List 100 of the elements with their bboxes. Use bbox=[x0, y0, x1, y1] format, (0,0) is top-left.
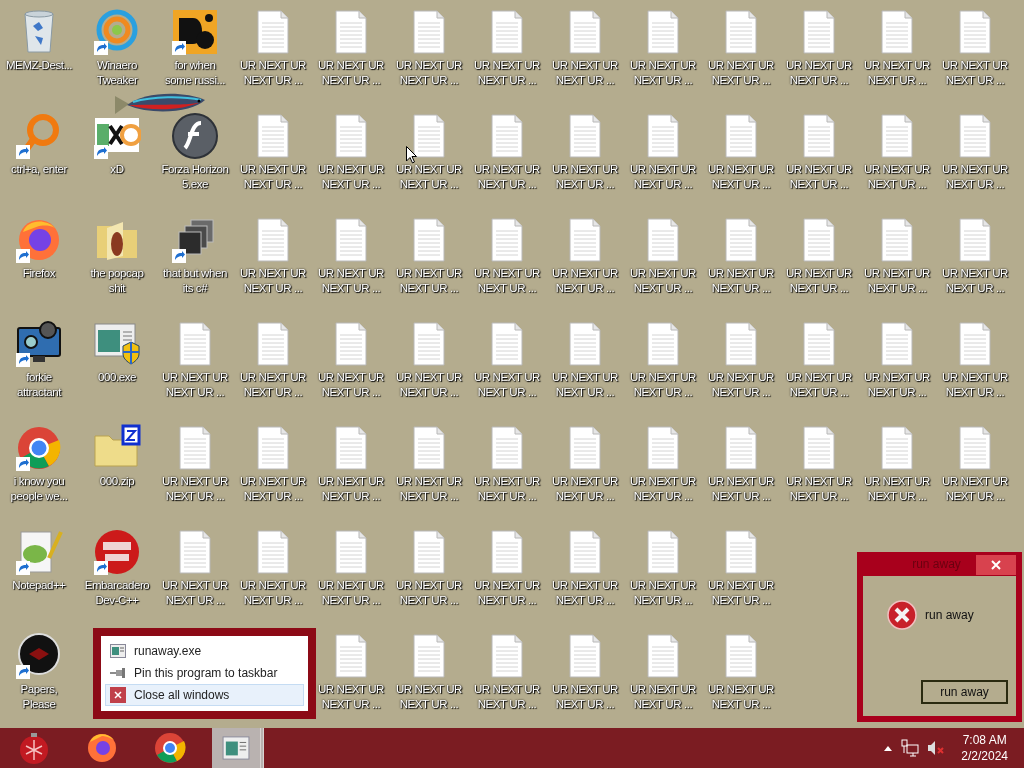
icon-label: UR NEXT UR NEXT UR ... bbox=[472, 58, 542, 88]
jump-list-item[interactable]: Pin this program to taskbar bbox=[105, 662, 304, 684]
icon-label: UR NEXT UR NEXT UR ... bbox=[394, 578, 464, 608]
round-logo-icon[interactable] bbox=[93, 528, 141, 576]
icon-label: 000.zip bbox=[99, 474, 135, 489]
icon-label: UR NEXT UR NEXT UR ... bbox=[706, 370, 776, 400]
icon-label: UR NEXT UR NEXT UR ... bbox=[940, 266, 1010, 296]
icon-label: UR NEXT UR NEXT UR ... bbox=[628, 58, 698, 88]
icon-label: UR NEXT UR NEXT UR ... bbox=[706, 474, 776, 504]
icon-label: UR NEXT UR NEXT UR ... bbox=[472, 162, 542, 192]
icon-label: UR NEXT UR NEXT UR ... bbox=[784, 58, 854, 88]
icon-label: UR NEXT UR NEXT UR ... bbox=[472, 370, 542, 400]
icon-label: UR NEXT UR NEXT UR ... bbox=[862, 370, 932, 400]
icon-label: UR NEXT UR NEXT UR ... bbox=[628, 370, 698, 400]
icon-label: Forza Horizon 5.exe bbox=[160, 162, 230, 192]
icon-label: UR NEXT UR NEXT UR ... bbox=[472, 682, 542, 712]
icon-label: UR NEXT UR NEXT UR ... bbox=[316, 578, 386, 608]
icon-label: UR NEXT UR NEXT UR ... bbox=[628, 682, 698, 712]
icon-label: UR NEXT UR NEXT UR ... bbox=[550, 370, 620, 400]
icon-label: UR NEXT UR NEXT UR ... bbox=[550, 682, 620, 712]
muted-speaker-icon[interactable] bbox=[927, 739, 946, 757]
taskbar-program-window-button[interactable] bbox=[212, 728, 264, 768]
icon-label: Firefox bbox=[22, 266, 56, 281]
icon-label: UR NEXT UR NEXT UR ... bbox=[472, 578, 542, 608]
run-away-button[interactable]: run away bbox=[921, 680, 1008, 704]
network-icon[interactable] bbox=[901, 739, 920, 757]
icon-label: UR NEXT UR NEXT UR ... bbox=[550, 578, 620, 608]
icon-label: UR NEXT UR NEXT UR ... bbox=[550, 474, 620, 504]
icon-label: UR NEXT UR NEXT UR ... bbox=[706, 682, 776, 712]
program-window-icon bbox=[110, 644, 126, 658]
pin-icon bbox=[110, 668, 126, 678]
icon-label: UR NEXT UR NEXT UR ... bbox=[706, 578, 776, 608]
icon-label: UR NEXT UR NEXT UR ... bbox=[628, 162, 698, 192]
icon-label: for when some russi... bbox=[164, 58, 226, 88]
icon-label: Papers, Please bbox=[19, 682, 59, 712]
icon-label: UR NEXT UR NEXT UR ... bbox=[862, 474, 932, 504]
icon-label: that but when its c# bbox=[162, 266, 228, 296]
icon-label: ctrl+a, enter bbox=[11, 162, 67, 177]
icon-label: UR NEXT UR NEXT UR ... bbox=[706, 162, 776, 192]
icon-label: UR NEXT UR NEXT UR ... bbox=[628, 266, 698, 296]
icon-label: UR NEXT UR NEXT UR ... bbox=[550, 162, 620, 192]
icon-label: UR NEXT UR NEXT UR ... bbox=[316, 370, 386, 400]
icon-label: forkie attractant bbox=[16, 370, 63, 400]
icon-label: UR NEXT UR NEXT UR ... bbox=[784, 474, 854, 504]
icon-label: UR NEXT UR NEXT UR ... bbox=[160, 578, 230, 608]
icon-label: UR NEXT UR NEXT UR ... bbox=[238, 266, 308, 296]
icon-label: UR NEXT UR NEXT UR ... bbox=[316, 682, 386, 712]
icon-label: UR NEXT UR NEXT UR ... bbox=[394, 58, 464, 88]
icon-label: UR NEXT UR NEXT UR ... bbox=[472, 474, 542, 504]
app-tile-icon[interactable] bbox=[171, 8, 219, 56]
icon-label: UR NEXT UR NEXT UR ... bbox=[784, 370, 854, 400]
icon-label: UR NEXT UR NEXT UR ... bbox=[238, 162, 308, 192]
icon-label: UR NEXT UR NEXT UR ... bbox=[706, 58, 776, 88]
icon-label: UR NEXT UR NEXT UR ... bbox=[628, 474, 698, 504]
notepad-icon[interactable] bbox=[15, 528, 63, 576]
icon-label: UR NEXT UR NEXT UR ... bbox=[862, 266, 932, 296]
icon-label: UR NEXT UR NEXT UR ... bbox=[394, 266, 464, 296]
icon-label: UR NEXT UR NEXT UR ... bbox=[160, 474, 230, 504]
icon-label: UR NEXT UR NEXT UR ... bbox=[238, 578, 308, 608]
icon-label: UR NEXT UR NEXT UR ... bbox=[862, 58, 932, 88]
jump-list-item[interactable]: runaway.exe bbox=[105, 640, 304, 662]
close-button[interactable] bbox=[976, 555, 1016, 575]
icon-label: UR NEXT UR NEXT UR ... bbox=[238, 58, 308, 88]
clock-time: 7:08 AM bbox=[961, 732, 1008, 748]
show-hidden-icons-icon[interactable] bbox=[883, 744, 894, 752]
icon-label: UR NEXT UR NEXT UR ... bbox=[316, 474, 386, 504]
icon-label: the popcap shit bbox=[89, 266, 145, 296]
icon-label: UR NEXT UR NEXT UR ... bbox=[940, 474, 1010, 504]
icon-label: 000.exe bbox=[97, 370, 137, 385]
icon-label: i know you people we... bbox=[9, 474, 69, 504]
icon-label: UR NEXT UR NEXT UR ... bbox=[394, 682, 464, 712]
icon-label: UR NEXT UR NEXT UR ... bbox=[394, 474, 464, 504]
icon-label: UR NEXT UR NEXT UR ... bbox=[316, 266, 386, 296]
jump-list-item[interactable]: Close all windows bbox=[105, 684, 304, 706]
icon-label: UR NEXT UR NEXT UR ... bbox=[784, 162, 854, 192]
sphere-icon[interactable] bbox=[171, 112, 219, 160]
clock-date: 2/2/2024 bbox=[961, 748, 1008, 764]
icon-label: Winaero Tweaker bbox=[95, 58, 139, 88]
icon-label: UR NEXT UR NEXT UR ... bbox=[394, 370, 464, 400]
icon-label: UR NEXT UR NEXT UR ... bbox=[628, 578, 698, 608]
icon-label: UR NEXT UR NEXT UR ... bbox=[940, 162, 1010, 192]
monitor-gears-icon[interactable] bbox=[15, 320, 63, 368]
icon-label: UR NEXT UR NEXT UR ... bbox=[550, 58, 620, 88]
icon-label: UR NEXT UR NEXT UR ... bbox=[940, 58, 1010, 88]
icon-label: UR NEXT UR NEXT UR ... bbox=[238, 370, 308, 400]
icon-label: UR NEXT UR NEXT UR ... bbox=[316, 162, 386, 192]
dark-circle-icon[interactable] bbox=[15, 632, 63, 680]
mouse-pointer-icon bbox=[406, 146, 417, 164]
dialog-message: run away bbox=[925, 607, 974, 624]
icon-label: UR NEXT UR NEXT UR ... bbox=[316, 58, 386, 88]
icon-label: MEMZ-Dest... bbox=[5, 58, 73, 73]
icon-label: UR NEXT UR NEXT UR ... bbox=[472, 266, 542, 296]
icon-label: UR NEXT UR NEXT UR ... bbox=[550, 266, 620, 296]
close-icon bbox=[991, 560, 1001, 570]
icon-label: UR NEXT UR NEXT UR ... bbox=[784, 266, 854, 296]
dialog-title: run away bbox=[911, 556, 962, 573]
icon-label: UR NEXT UR NEXT UR ... bbox=[862, 162, 932, 192]
browser-icon[interactable] bbox=[15, 424, 63, 472]
icon-label: UR NEXT UR NEXT UR ... bbox=[238, 474, 308, 504]
icon-label: UR NEXT UR NEXT UR ... bbox=[160, 370, 230, 400]
